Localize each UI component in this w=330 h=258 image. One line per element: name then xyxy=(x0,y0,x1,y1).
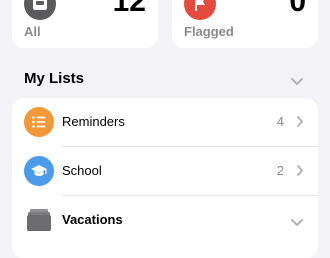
all-label: All xyxy=(24,24,41,39)
chevron-right-icon xyxy=(296,115,304,133)
all-count: 12 xyxy=(112,0,146,18)
flagged-summary-card[interactable]: 0 Flagged xyxy=(172,0,318,48)
list-bullet-icon xyxy=(24,107,54,137)
all-summary-card[interactable]: 12 All xyxy=(12,0,158,48)
flag-icon xyxy=(184,0,216,20)
chevron-down-icon[interactable] xyxy=(290,74,304,92)
list-item-school[interactable]: School 2 xyxy=(12,147,318,195)
list-item-count: 2 xyxy=(276,163,284,178)
my-lists-title: My Lists xyxy=(24,70,85,87)
chevron-right-icon xyxy=(296,164,304,182)
folder-stack-icon xyxy=(24,205,54,235)
graduation-cap-icon xyxy=(24,156,54,186)
list-item-label: Vacations xyxy=(62,212,123,227)
flagged-label: Flagged xyxy=(184,24,234,39)
list-item-count: 4 xyxy=(276,114,284,129)
tray-icon xyxy=(24,0,56,20)
list-item-label: School xyxy=(62,163,102,178)
my-lists-card: Reminders 4 School 2 Vacations xyxy=(12,98,318,258)
chevron-down-icon[interactable] xyxy=(290,215,304,233)
flagged-count: 0 xyxy=(289,0,306,18)
list-item-label: Reminders xyxy=(62,114,125,129)
list-item-vacations[interactable]: Vacations xyxy=(12,196,318,244)
list-item-reminders[interactable]: Reminders 4 xyxy=(12,98,318,146)
